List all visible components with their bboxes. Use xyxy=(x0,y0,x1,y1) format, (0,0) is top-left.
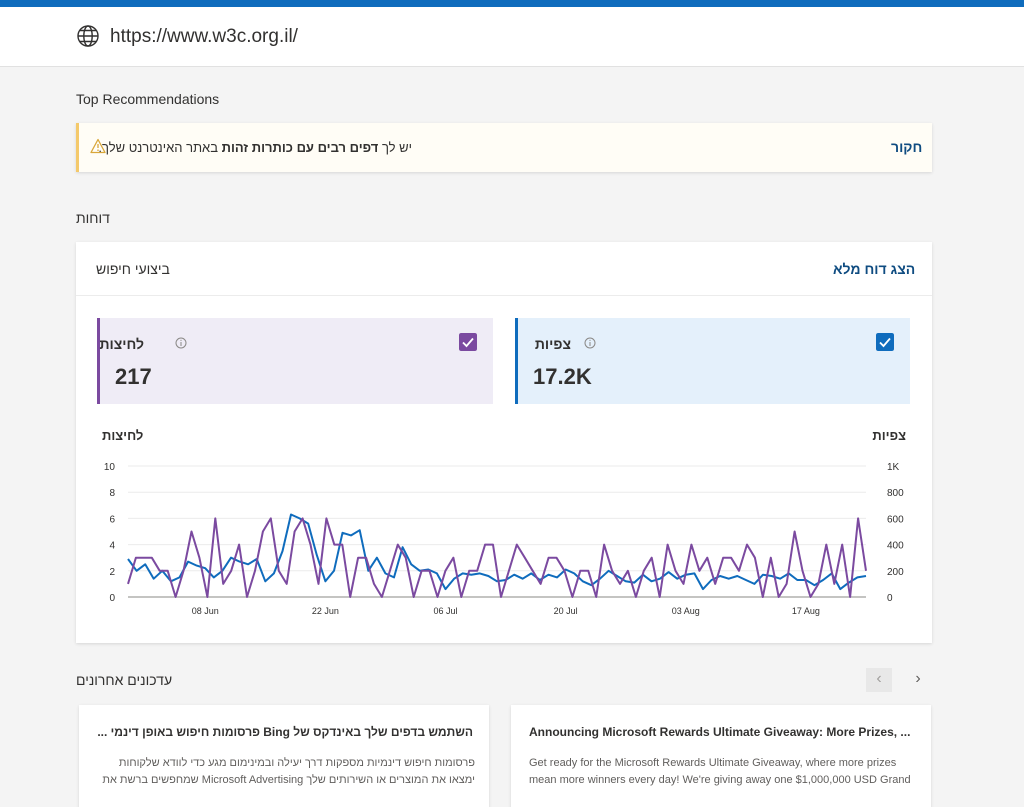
news-title[interactable]: Announcing Microsoft Rewards Ultimate Gi… xyxy=(529,725,919,739)
x-tick-label: 03 Aug xyxy=(672,606,700,616)
x-tick-label: 22 Jun xyxy=(312,606,339,616)
reports-section-title: דוחות xyxy=(76,210,110,226)
right-tick-label: 1K xyxy=(887,462,900,473)
right-tick-label: 600 xyxy=(887,514,904,525)
left-tick-label: 10 xyxy=(104,462,116,473)
x-tick-label: 08 Jun xyxy=(192,606,219,616)
explore-link[interactable]: חקור xyxy=(891,139,922,155)
chevron-right-icon[interactable]: › xyxy=(905,668,931,692)
x-tick-label: 20 Jul xyxy=(554,606,578,616)
top-accent-bar xyxy=(0,0,1024,7)
right-tick-label: 200 xyxy=(887,567,904,578)
search-performance-chart: 10 1K 8 800 6 600 4 400 2 200 0 0 08 Jun 22 Jun 06 Jul… xyxy=(104,462,904,616)
recommendation-alert: יש לך דפים רבים עם כותרות זהות באתר האינ… xyxy=(76,123,932,172)
globe-icon xyxy=(77,25,99,47)
site-url[interactable]: https://www.w3c.org.il/ xyxy=(110,26,298,48)
right-tick-label: 0 xyxy=(887,593,893,604)
top-recommendations-title: Top Recommendations xyxy=(76,91,220,107)
left-tick-label: 2 xyxy=(109,567,115,578)
left-tick-label: 8 xyxy=(109,488,115,499)
chevron-left-icon[interactable]: ‹ xyxy=(866,668,892,692)
left-tick-label: 6 xyxy=(109,514,115,525)
clicks-series-line xyxy=(127,517,867,598)
alert-suffix: באתר האינטרנט שלך. xyxy=(98,140,222,155)
alert-highlight: דפים רבים עם כותרות זהות xyxy=(221,140,379,155)
recent-updates-title: עדכונים אחרונים xyxy=(76,672,173,688)
news-excerpt: Get ready for the Microsoft Rewards Ulti… xyxy=(529,757,911,786)
alert-prefix: יש לך xyxy=(378,140,412,155)
x-tick-label: 17 Aug xyxy=(792,606,820,616)
x-tick-label: 06 Jul xyxy=(433,606,457,616)
site-header: https://www.w3c.org.il/ xyxy=(0,7,1024,67)
news-card[interactable]: Announcing Microsoft Rewards Ultimate Gi… xyxy=(511,705,931,807)
alert-message: יש לך דפים רבים עם כותרות זהות באתר האינ… xyxy=(98,140,412,155)
left-tick-label: 0 xyxy=(109,593,115,604)
news-card[interactable]: השתמש בדפים שלך באינדקס של Bing פרסומות … xyxy=(79,705,489,807)
right-tick-label: 800 xyxy=(887,488,904,499)
impressions-series-line xyxy=(127,513,867,591)
news-title[interactable]: השתמש בדפים שלך באינדקס של Bing פרסומות … xyxy=(95,725,473,739)
right-tick-label: 400 xyxy=(887,541,904,552)
left-tick-label: 4 xyxy=(109,541,115,552)
search-performance-card: ביצועי חיפוש הצג דוח מלא צפיות 17.2K לחי… xyxy=(76,242,932,643)
news-excerpt: פרסומות חיפוש דינמיות מספקות דרך יעילה ו… xyxy=(102,757,475,786)
